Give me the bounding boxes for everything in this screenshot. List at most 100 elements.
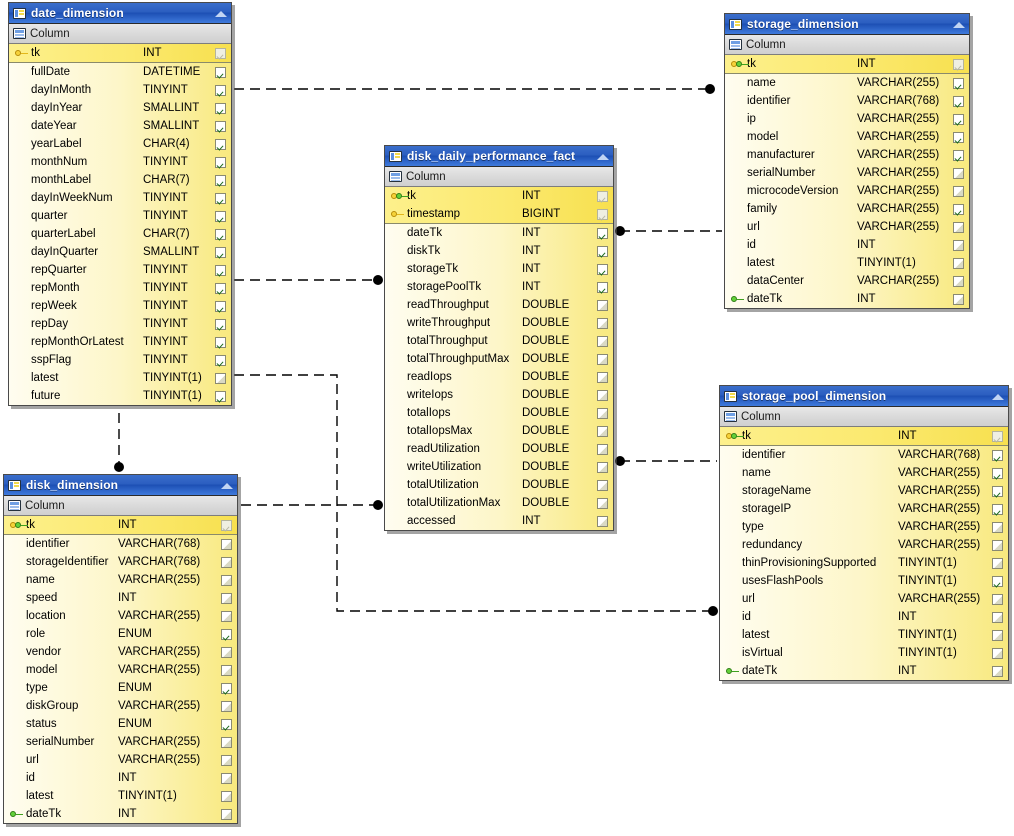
column-visible-checkbox[interactable]: [211, 282, 229, 294]
checkbox-checked[interactable]: [991, 575, 1003, 587]
table-row[interactable]: url VARCHAR(255): [4, 751, 237, 769]
table-row[interactable]: identifier VARCHAR(768): [720, 446, 1008, 464]
table-row[interactable]: microcodeVersion VARCHAR(255): [725, 182, 969, 200]
collapse-triangle-icon[interactable]: [596, 150, 610, 162]
column-visible-checkbox[interactable]: [211, 228, 229, 240]
relationship-endpoint-fact-to-storage[interactable]: [615, 226, 625, 236]
table-date_dimension[interactable]: date_dimension Column tk INT fullDate DATETIM…: [8, 2, 232, 406]
column-visible-checkbox[interactable]: [949, 293, 967, 305]
column-visible-checkbox[interactable]: [949, 239, 967, 251]
checkbox-checked[interactable]: [952, 149, 964, 161]
relationship-endpoint-disk-to-fact[interactable]: [373, 500, 383, 510]
table-row[interactable]: latest TINYINT(1): [9, 369, 231, 387]
table-row[interactable]: storageIP VARCHAR(255): [720, 500, 1008, 518]
table-row[interactable]: tk INT: [385, 187, 613, 205]
column-visible-checkbox[interactable]: [211, 174, 229, 186]
column-visible-checkbox[interactable]: [211, 354, 229, 366]
column-visible-checkbox[interactable]: [211, 156, 229, 168]
table-row[interactable]: model VARCHAR(255): [725, 128, 969, 146]
table-storage_pool_dimension[interactable]: storage_pool_dimension Column tk INT identif…: [719, 385, 1009, 681]
checkbox-unchecked[interactable]: [596, 461, 608, 473]
table-row[interactable]: vendor VARCHAR(255): [4, 643, 237, 661]
table-header-storage_pool_dimension[interactable]: storage_pool_dimension: [720, 386, 1008, 407]
checkbox-checked[interactable]: [952, 77, 964, 89]
column-visible-checkbox[interactable]: [593, 335, 611, 347]
checkbox-unchecked[interactable]: [952, 257, 964, 269]
checkbox-checked[interactable]: [952, 113, 964, 125]
checkbox-unchecked[interactable]: [220, 592, 232, 604]
column-visible-checkbox[interactable]: [949, 77, 967, 89]
column-group-header[interactable]: Column: [725, 35, 969, 55]
checkbox-checked[interactable]: [952, 203, 964, 215]
column-visible-checkbox[interactable]: [217, 646, 235, 658]
column-visible-checkbox[interactable]: [949, 131, 967, 143]
column-visible-checkbox[interactable]: [217, 790, 235, 802]
checkbox-checked[interactable]: [596, 227, 608, 239]
checkbox-unchecked[interactable]: [220, 700, 232, 712]
table-row[interactable]: model VARCHAR(255): [4, 661, 237, 679]
checkbox-unchecked[interactable]: [952, 167, 964, 179]
checkbox-checked-disabled[interactable]: [214, 47, 226, 59]
column-visible-checkbox[interactable]: [217, 538, 235, 550]
column-visible-checkbox[interactable]: [211, 102, 229, 114]
column-visible-checkbox[interactable]: [217, 628, 235, 640]
checkbox-checked[interactable]: [991, 485, 1003, 497]
column-visible-checkbox[interactable]: [211, 390, 229, 402]
checkbox-unchecked[interactable]: [596, 353, 608, 365]
column-visible-checkbox[interactable]: [593, 425, 611, 437]
table-row[interactable]: totalIopsMax DOUBLE: [385, 422, 613, 440]
collapse-triangle-icon[interactable]: [220, 479, 234, 491]
checkbox-checked-disabled[interactable]: [220, 519, 232, 531]
checkbox-unchecked[interactable]: [220, 808, 232, 820]
checkbox-checked[interactable]: [214, 282, 226, 294]
column-visible-checkbox[interactable]: [949, 257, 967, 269]
collapse-triangle-icon[interactable]: [991, 390, 1005, 402]
relationship-endpoint-date-to-pool[interactable]: [708, 606, 718, 616]
checkbox-checked[interactable]: [214, 120, 226, 132]
table-row[interactable]: tk INT: [725, 55, 969, 73]
checkbox-checked[interactable]: [214, 390, 226, 402]
table-row[interactable]: writeUtilization DOUBLE: [385, 458, 613, 476]
column-visible-checkbox[interactable]: [593, 281, 611, 293]
table-header-storage_dimension[interactable]: storage_dimension: [725, 14, 969, 35]
table-row[interactable]: name VARCHAR(255): [725, 74, 969, 92]
column-visible-checkbox[interactable]: [217, 736, 235, 748]
column-visible-checkbox[interactable]: [593, 389, 611, 401]
checkbox-checked[interactable]: [214, 156, 226, 168]
table-row[interactable]: fullDate DATETIME: [9, 63, 231, 81]
checkbox-unchecked[interactable]: [952, 221, 964, 233]
column-visible-checkbox[interactable]: [217, 682, 235, 694]
table-row[interactable]: monthNum TINYINT: [9, 153, 231, 171]
column-visible-checkbox[interactable]: [217, 592, 235, 604]
checkbox-checked[interactable]: [214, 228, 226, 240]
table-row[interactable]: family VARCHAR(255): [725, 200, 969, 218]
checkbox-unchecked[interactable]: [991, 647, 1003, 659]
table-row[interactable]: totalThroughput DOUBLE: [385, 332, 613, 350]
table-row[interactable]: totalUtilization DOUBLE: [385, 476, 613, 494]
checkbox-unchecked[interactable]: [220, 538, 232, 550]
table-row[interactable]: tk INT: [4, 516, 237, 534]
checkbox-checked[interactable]: [214, 300, 226, 312]
checkbox-unchecked[interactable]: [952, 275, 964, 287]
column-visible-checkbox[interactable]: [211, 192, 229, 204]
column-visible-checkbox[interactable]: [949, 149, 967, 161]
table-row[interactable]: redundancy VARCHAR(255): [720, 536, 1008, 554]
column-visible-checkbox[interactable]: [949, 58, 967, 70]
checkbox-checked[interactable]: [952, 95, 964, 107]
column-visible-checkbox[interactable]: [217, 718, 235, 730]
checkbox-unchecked[interactable]: [991, 665, 1003, 677]
relationship-endpoint-fact-to-pool[interactable]: [615, 456, 625, 466]
table-row[interactable]: dataCenter VARCHAR(255): [725, 272, 969, 290]
column-visible-checkbox[interactable]: [988, 503, 1006, 515]
column-visible-checkbox[interactable]: [211, 84, 229, 96]
table-row[interactable]: id INT: [725, 236, 969, 254]
checkbox-checked-disabled[interactable]: [952, 58, 964, 70]
checkbox-unchecked[interactable]: [596, 299, 608, 311]
table-row[interactable]: storageIdentifier VARCHAR(768): [4, 553, 237, 571]
column-visible-checkbox[interactable]: [593, 317, 611, 329]
column-visible-checkbox[interactable]: [593, 407, 611, 419]
column-visible-checkbox[interactable]: [211, 138, 229, 150]
checkbox-unchecked[interactable]: [220, 772, 232, 784]
checkbox-unchecked[interactable]: [991, 557, 1003, 569]
column-visible-checkbox[interactable]: [593, 515, 611, 527]
